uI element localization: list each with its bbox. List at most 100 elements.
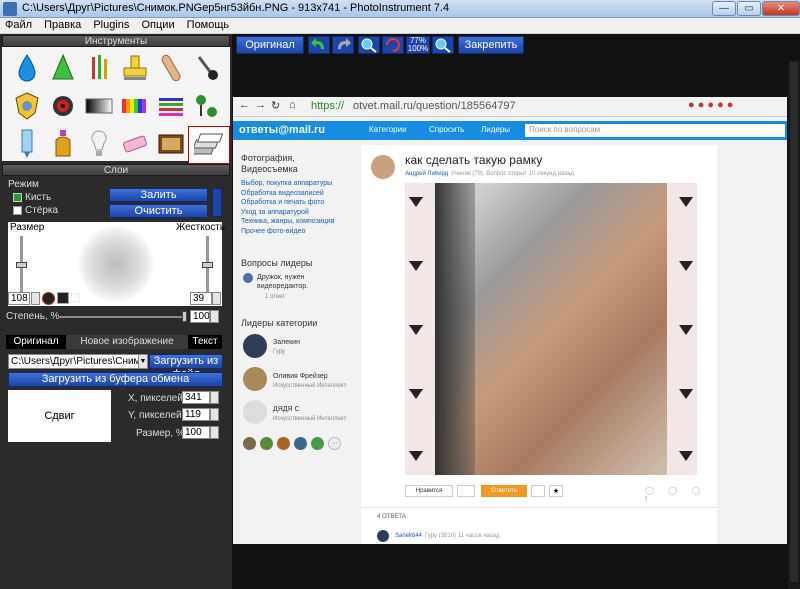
more-leaders-button[interactable]: ··· bbox=[328, 437, 341, 450]
nav-leaders[interactable]: Лидеры bbox=[481, 125, 510, 134]
canvas-scrollbar[interactable] bbox=[788, 60, 800, 589]
leader-avatar[interactable] bbox=[294, 437, 307, 450]
share-icons[interactable]: ◯ ◯ ◯ f bbox=[645, 486, 717, 504]
url-text[interactable]: otvet.mail.ru/question/185564797 bbox=[353, 100, 516, 112]
answer-button[interactable]: Ответить bbox=[481, 485, 527, 497]
sidebar-link[interactable]: Выбор, покупка аппаратуры bbox=[241, 179, 351, 189]
site-search-input[interactable]: Поиск по вопросам bbox=[525, 124, 785, 137]
hardness-spinner[interactable] bbox=[212, 292, 221, 305]
size-value-field[interactable]: 108 bbox=[8, 292, 30, 305]
size-spinner[interactable] bbox=[31, 292, 40, 305]
site-logo[interactable]: ответы@mail.ru bbox=[239, 124, 325, 136]
extension-icons[interactable]: ● ● ● ● ● bbox=[688, 99, 733, 111]
shift-size-spinner[interactable] bbox=[210, 426, 219, 439]
menu-edit[interactable]: Правка bbox=[39, 18, 85, 31]
forward-icon[interactable]: → bbox=[255, 99, 266, 111]
tools-grid bbox=[2, 47, 230, 164]
pin-button[interactable]: Закрепить bbox=[458, 36, 524, 54]
question-link[interactable]: Дружок, нужен видеоредактор. bbox=[257, 273, 343, 291]
sidebar-link[interactable]: Прочее фото-видео bbox=[241, 227, 351, 237]
leader-avatar[interactable] bbox=[277, 437, 290, 450]
hardness-value-field[interactable]: 39 bbox=[190, 292, 212, 305]
sidebar-link[interactable]: Обработка и печать фото bbox=[241, 198, 351, 208]
leader-avatar[interactable] bbox=[243, 400, 267, 424]
top-toolbar: Оригинал 77% 100% Закрепить bbox=[232, 34, 800, 58]
square-brush-icon[interactable] bbox=[57, 292, 69, 304]
leader-name[interactable]: Залекин bbox=[273, 339, 300, 346]
question-author[interactable]: Андрей Ли6ерд bbox=[405, 171, 448, 177]
canvas-image[interactable]: ← → ↻ ⌂ https:// otvet.mail.ru/question/… bbox=[233, 97, 787, 544]
zoom-actual: 100% bbox=[407, 44, 429, 53]
leader-name[interactable]: Оливия Фрейзер bbox=[273, 373, 328, 380]
leader-avatar[interactable] bbox=[260, 437, 273, 450]
like-button[interactable]: Нравится bbox=[405, 485, 453, 497]
answer-avatar[interactable] bbox=[377, 530, 389, 542]
bookmark-icon[interactable] bbox=[457, 485, 475, 497]
degree-value-field[interactable]: 100 bbox=[190, 310, 210, 323]
load-clipboard-button[interactable]: Загрузить из буфера обмена bbox=[8, 372, 223, 387]
photo-tool-icon[interactable] bbox=[150, 125, 192, 163]
hardness-slider-thumb[interactable] bbox=[202, 262, 213, 268]
menu-options[interactable]: Опции bbox=[136, 18, 178, 31]
pin-tool-icon[interactable] bbox=[186, 49, 228, 87]
shift-size-field[interactable]: 100 bbox=[182, 426, 210, 439]
back-icon[interactable]: ← bbox=[239, 99, 250, 111]
author-avatar[interactable] bbox=[371, 155, 395, 179]
star-icon[interactable]: ★ bbox=[549, 485, 563, 497]
leader-avatar[interactable] bbox=[243, 334, 267, 358]
zoom-level: 77% 100% bbox=[406, 36, 430, 54]
layers-panel-header: Слои bbox=[2, 164, 230, 176]
zoom-in-icon[interactable] bbox=[358, 36, 380, 54]
file-path-field[interactable]: C:\Users\Друг\Pictures\Снимок bbox=[8, 354, 140, 369]
layer-scroll-handle[interactable] bbox=[212, 188, 222, 217]
degree-slider-thumb[interactable] bbox=[182, 311, 187, 322]
clone-tool-icon[interactable] bbox=[186, 87, 228, 125]
block-icon[interactable] bbox=[531, 485, 545, 497]
x-offset-spinner[interactable] bbox=[210, 391, 219, 404]
fill-button[interactable]: Залить bbox=[109, 188, 208, 202]
leader-avatar[interactable] bbox=[311, 437, 324, 450]
menu-file[interactable]: Файл bbox=[0, 18, 36, 31]
tab-new-image[interactable]: Новое изображение bbox=[66, 335, 188, 349]
clear-button[interactable]: Очистить bbox=[109, 204, 208, 218]
leader-avatar[interactable] bbox=[243, 367, 267, 391]
leader-rank: Искусственный Интеллект bbox=[273, 383, 347, 389]
tab-original[interactable]: Оригинал bbox=[6, 335, 66, 349]
answer-author[interactable]: Sanek644 bbox=[395, 533, 422, 539]
menu-plugins[interactable]: Plugins bbox=[88, 18, 133, 31]
nav-categories[interactable]: Категории bbox=[369, 125, 407, 134]
reload-icon[interactable]: ↻ bbox=[271, 99, 280, 112]
zoom-out-icon[interactable] bbox=[432, 36, 454, 54]
sidebar-link[interactable]: Техника, жанры, композиция bbox=[241, 217, 351, 227]
nav-ask[interactable]: Спросить bbox=[429, 125, 464, 134]
path-dropdown-icon[interactable]: ▼ bbox=[138, 354, 148, 369]
sidebar-link[interactable]: Обработка видеозаписей bbox=[241, 189, 351, 199]
canvas-scrollbar-thumb[interactable] bbox=[790, 62, 798, 582]
round-brush-icon[interactable] bbox=[42, 292, 55, 305]
layers-tool-icon[interactable] bbox=[188, 126, 230, 164]
app-icon bbox=[3, 2, 17, 16]
load-file-button[interactable]: Загрузить из файл bbox=[149, 354, 223, 380]
degree-spinner[interactable] bbox=[210, 310, 219, 323]
y-offset-field[interactable]: 119 bbox=[182, 408, 210, 421]
redo-icon[interactable] bbox=[332, 36, 354, 54]
original-button[interactable]: Оригинал bbox=[236, 36, 304, 54]
rotate-icon[interactable] bbox=[382, 36, 404, 54]
undo-icon[interactable] bbox=[308, 36, 330, 54]
close-button[interactable]: ✕ bbox=[762, 1, 800, 16]
x-offset-field[interactable]: 341 bbox=[182, 391, 210, 404]
menu-help[interactable]: Помощь bbox=[182, 18, 234, 31]
leader-name[interactable]: ДЯДЯ С bbox=[273, 406, 300, 413]
degree-slider-track[interactable] bbox=[58, 316, 186, 318]
selection-brush-icon[interactable] bbox=[71, 293, 80, 302]
home-icon[interactable]: ⌂ bbox=[289, 99, 296, 111]
size-slider-thumb[interactable] bbox=[16, 262, 27, 268]
leader-avatar[interactable] bbox=[243, 437, 256, 450]
tab-text[interactable]: Текст bbox=[188, 335, 222, 349]
minimize-button[interactable]: — bbox=[712, 1, 736, 16]
eraser-radio[interactable] bbox=[13, 206, 22, 215]
brush-radio[interactable] bbox=[13, 193, 22, 202]
maximize-button[interactable]: ▭ bbox=[737, 1, 761, 16]
sidebar-link[interactable]: Уход за аппаратурой bbox=[241, 208, 351, 218]
y-offset-spinner[interactable] bbox=[210, 408, 219, 421]
